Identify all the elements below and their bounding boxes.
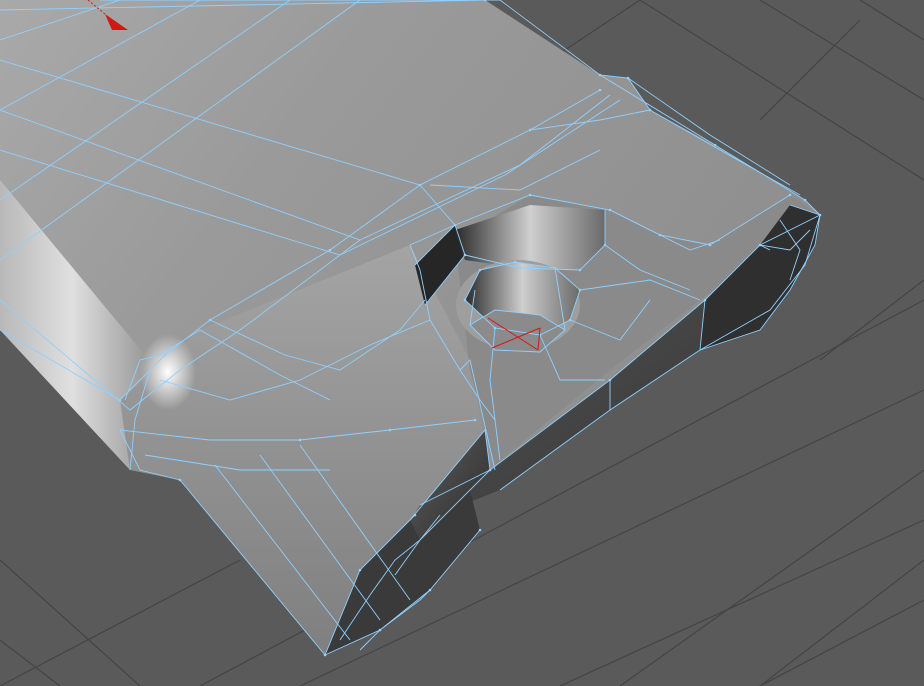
grid-line bbox=[559, 519, 924, 686]
wire-vertex bbox=[323, 653, 327, 657]
grid-line bbox=[619, 469, 924, 686]
3d-viewport[interactable] bbox=[0, 0, 924, 686]
wire-vertex bbox=[463, 298, 467, 302]
wire-vertex bbox=[418, 183, 422, 187]
wire-vertex bbox=[648, 108, 652, 112]
wire-vertex bbox=[608, 378, 612, 382]
grid-line bbox=[759, 19, 861, 121]
wire-vertex bbox=[528, 128, 532, 132]
wire-vertex bbox=[658, 233, 662, 237]
wire-vertex bbox=[578, 288, 582, 292]
wire-vertex bbox=[598, 73, 602, 77]
wire-vertex bbox=[328, 248, 332, 252]
wire-vertex bbox=[478, 528, 482, 532]
grid-line bbox=[0, 639, 61, 686]
wire-vertex bbox=[163, 353, 167, 357]
wire-vertex bbox=[518, 266, 522, 270]
wire-vertex bbox=[463, 253, 467, 257]
wire-vertex bbox=[758, 243, 762, 247]
wire-vertex bbox=[208, 318, 212, 322]
wire-vertex bbox=[708, 243, 712, 247]
wire-vertex bbox=[493, 326, 497, 330]
wire-vertex bbox=[598, 88, 602, 92]
wire-vertex bbox=[473, 418, 477, 422]
wire-vertex bbox=[358, 568, 362, 572]
wire-vertex bbox=[713, 143, 717, 147]
wire-vertex bbox=[453, 223, 457, 227]
wire-vertex bbox=[603, 243, 607, 247]
wire-vertex bbox=[818, 213, 822, 217]
wire-vertex bbox=[553, 266, 557, 270]
wire-vertex bbox=[478, 268, 482, 272]
wire-vertex bbox=[413, 513, 417, 517]
grid-line bbox=[759, 0, 924, 101]
wire-vertex bbox=[626, 76, 630, 80]
wire-vertex bbox=[578, 268, 582, 272]
grid-line bbox=[819, 279, 924, 361]
wire-vertex bbox=[378, 628, 382, 632]
grid-line bbox=[759, 559, 924, 686]
wire-vertex bbox=[178, 478, 182, 482]
wire-vertex bbox=[528, 193, 532, 197]
wire-vertex bbox=[388, 428, 392, 432]
viewport-canvas[interactable] bbox=[0, 0, 924, 686]
wire-vertex bbox=[488, 468, 492, 472]
wire-vertex bbox=[118, 398, 122, 402]
grid-line bbox=[759, 599, 924, 686]
wire-vertex bbox=[703, 298, 707, 302]
wire-vertex bbox=[428, 588, 432, 592]
grid-line bbox=[859, 0, 924, 41]
wire-vertex bbox=[608, 208, 612, 212]
grid-line bbox=[0, 559, 241, 686]
wire-vertex bbox=[513, 260, 517, 264]
wire-vertex bbox=[568, 318, 572, 322]
wire-vertex bbox=[803, 198, 807, 202]
wire-vertex bbox=[788, 193, 792, 197]
wire-vertex bbox=[298, 438, 302, 442]
mesh-model[interactable] bbox=[0, 0, 820, 655]
